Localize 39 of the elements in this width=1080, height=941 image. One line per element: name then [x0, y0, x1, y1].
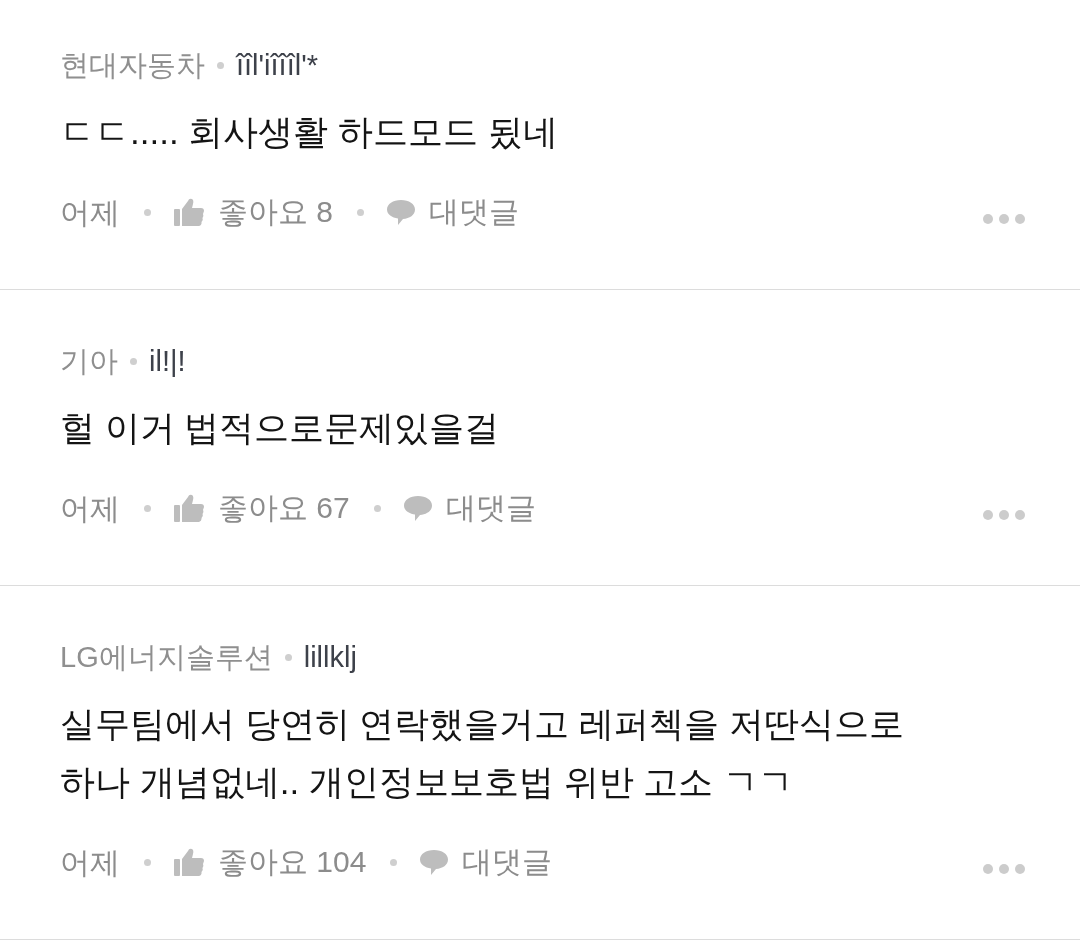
separator-dot-icon: [390, 858, 398, 866]
separator-dot-icon: [144, 504, 151, 512]
speech-bubble-icon: [420, 848, 449, 876]
thumbs-up-icon: [174, 198, 204, 226]
separator-dot-icon: [144, 208, 151, 216]
separator-dot-icon: [284, 653, 292, 661]
comment-time: 어제: [60, 490, 120, 527]
reply-button[interactable]: 대댓글: [403, 486, 536, 530]
like-button[interactable]: 좋아요 104: [174, 840, 367, 884]
more-icon: [983, 510, 1025, 520]
more-options-button[interactable]: [983, 864, 1025, 874]
speech-bubble-icon: [403, 494, 432, 522]
more-icon: [983, 214, 1025, 224]
comment-time: 어제: [60, 194, 120, 231]
thumbs-up-icon: [174, 848, 204, 876]
comment-text: 실무팀에서 당연히 연락했을거고 레퍼첵을 저딴식으로 하나 개념없네.. 개인정보보호법 위반 고소 ㄱㄱ: [60, 703, 905, 803]
separator-dot-icon: [217, 61, 224, 69]
reply-button[interactable]: 대댓글: [387, 190, 520, 234]
company-name: LG에너지솔루션: [60, 640, 273, 675]
nickname: il!|!: [149, 344, 186, 379]
nickname: îîl'iîîîl'*: [236, 48, 318, 83]
comment-text: 헐 이거 법적으로문제있을걸: [60, 407, 501, 449]
company-name: 기아: [60, 344, 118, 379]
like-button[interactable]: 좋아요 67: [174, 486, 350, 530]
separator-dot-icon: [373, 504, 381, 512]
speech-bubble-icon: [387, 198, 416, 226]
more-options-button[interactable]: [983, 214, 1025, 224]
nickname: lillklj: [303, 640, 357, 675]
comment-time: 어제: [60, 844, 120, 881]
separator-dot-icon: [144, 858, 151, 866]
reply-button[interactable]: 대댓글: [420, 840, 553, 884]
more-options-button[interactable]: [983, 510, 1025, 520]
comment-text: ㄷㄷ..... 회사생활 하드모드 됬네: [60, 111, 559, 153]
separator-dot-icon: [130, 357, 137, 365]
more-icon: [983, 864, 1025, 874]
thumbs-up-icon: [174, 494, 204, 522]
company-name: 현대자동차: [60, 48, 205, 83]
separator-dot-icon: [357, 208, 365, 216]
like-button[interactable]: 좋아요 8: [174, 190, 334, 234]
